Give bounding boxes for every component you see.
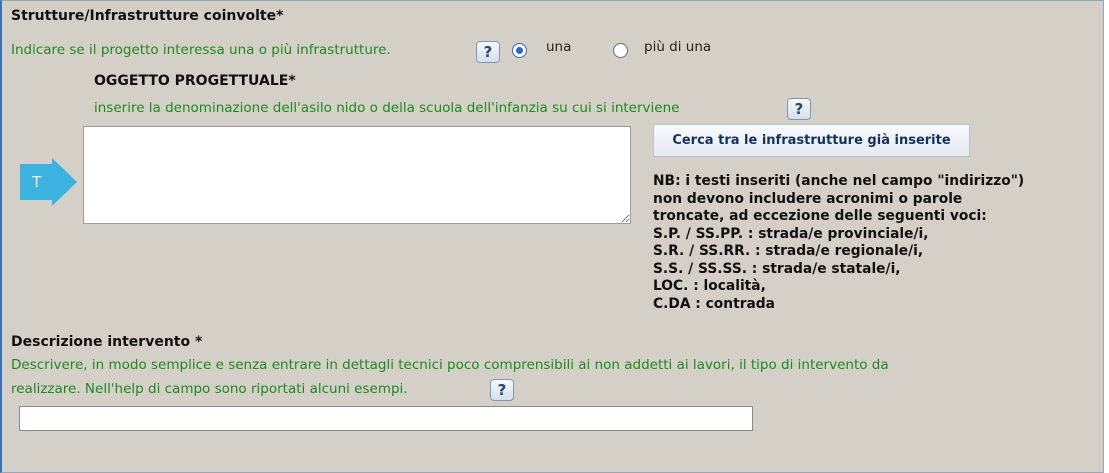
- oggetto-instruction: inserire la denominazione dell'asilo nid…: [94, 100, 680, 116]
- oggetto-progettuale-textarea[interactable]: [83, 126, 631, 224]
- strutture-instruction: Indicare se il progetto interessa una o …: [11, 42, 391, 58]
- descrizione-instruction-line2: realizzare. Nell'help di campo sono ripo…: [11, 381, 408, 397]
- descrizione-intervento-input[interactable]: [19, 406, 753, 431]
- nb-line: NB: i testi inseriti (anche nel campo "i…: [653, 173, 1025, 189]
- oggetto-title: OGGETTO PROGETTUALE*: [94, 73, 296, 89]
- form-panel: Strutture/Infrastrutture coinvolte* Indi…: [0, 0, 1104, 473]
- radio-piu-di-una-label: più di una: [644, 39, 712, 55]
- nb-note: NB: i testi inseriti (anche nel campo "i…: [653, 173, 1024, 313]
- nb-line: S.S. / SS.SS. : strada/e statale/i,: [653, 260, 901, 277]
- nb-line: non devono includere acronimi o parole: [653, 190, 963, 207]
- descrizione-instruction-line1: Descrivere, in modo semplice e senza ent…: [11, 357, 889, 373]
- strutture-title: Strutture/Infrastrutture coinvolte*: [11, 8, 284, 24]
- radio-piu-di-una[interactable]: [613, 43, 628, 58]
- text-marker-label: T: [32, 173, 42, 191]
- strutture-help-icon[interactable]: ?: [476, 41, 500, 63]
- nb-line: C.DA : contrada: [653, 295, 775, 312]
- text-marker-arrow-icon: T: [20, 158, 80, 210]
- radio-una-label: una: [546, 39, 572, 55]
- radio-una[interactable]: [512, 43, 527, 58]
- nb-line: LOC. : località,: [653, 278, 766, 294]
- nb-line: S.P. / SS.PP. : strada/e provinciale/i,: [653, 225, 929, 242]
- oggetto-help-icon[interactable]: ?: [787, 98, 811, 120]
- nb-line: troncate, ad eccezione delle seguenti vo…: [653, 208, 987, 224]
- descrizione-title: Descrizione intervento *: [11, 334, 203, 350]
- nb-line: S.R. / SS.RR. : strada/e regionale/i,: [653, 243, 924, 259]
- descrizione-help-icon[interactable]: ?: [490, 379, 514, 401]
- search-infrastructures-button[interactable]: Cerca tra le infrastrutture già inserite: [653, 124, 970, 157]
